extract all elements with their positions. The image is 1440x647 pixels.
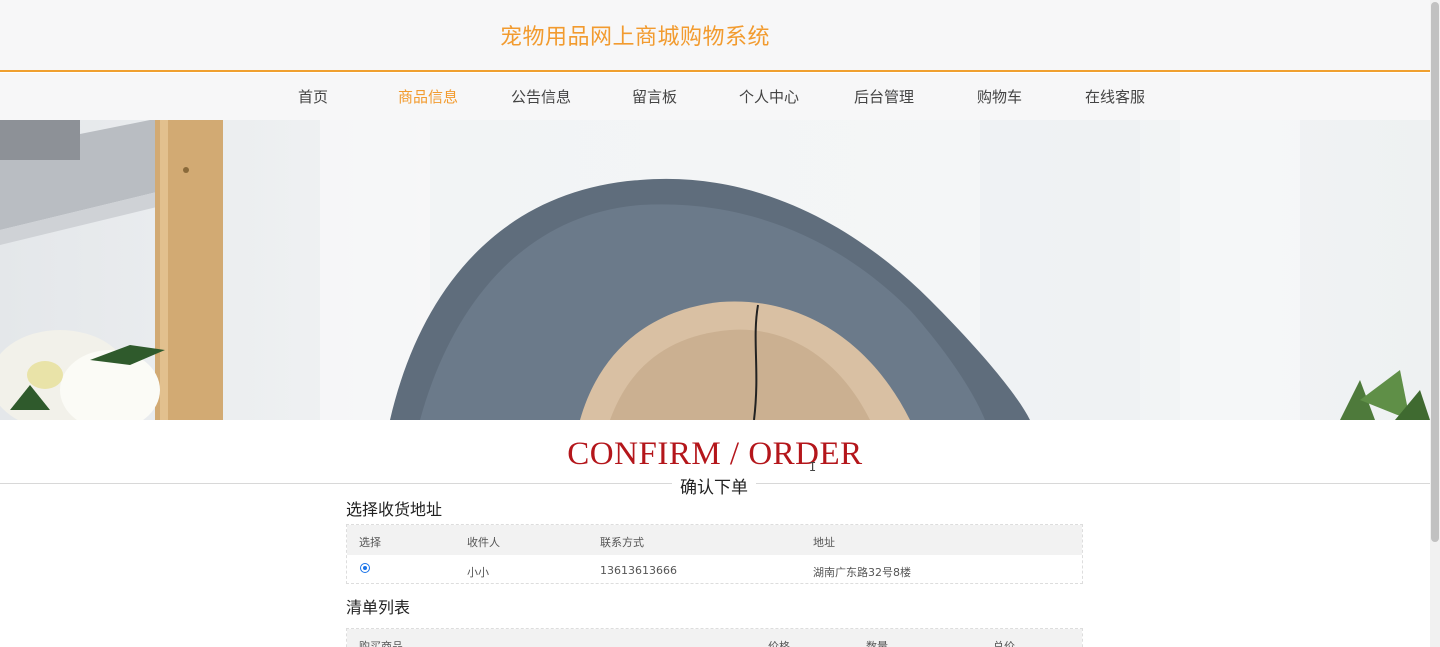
nav-personal-center[interactable]: 个人中心: [739, 86, 799, 107]
column-phone: 联系方式: [600, 536, 644, 549]
column-select: 选择: [359, 536, 381, 549]
address-table: 选择 收件人 联系方式 地址 小小 13613613666 湖南广东路32号8楼: [346, 524, 1083, 584]
nav-cart[interactable]: 购物车: [977, 86, 1022, 107]
site-header: 宠物用品网上商城购物系统: [0, 0, 1430, 72]
column-total: 总价: [993, 640, 1015, 647]
address-radio[interactable]: [360, 563, 370, 573]
confirm-order-title: CONFIRM / ORDER: [567, 436, 863, 472]
nav-products[interactable]: 商品信息: [398, 86, 458, 107]
confirm-order-subtitle: 确认下单: [672, 473, 756, 498]
nav-online-service[interactable]: 在线客服: [1085, 86, 1145, 107]
column-address: 地址: [813, 536, 835, 549]
banner-image: [0, 120, 1430, 420]
order-list-table: 购买商品 价格 数量 总价: [346, 628, 1083, 647]
column-quantity: 数量: [866, 640, 888, 647]
site-title: 宠物用品网上商城购物系统: [500, 25, 771, 50]
address-table-header: 选择 收件人 联系方式 地址: [347, 525, 1082, 555]
nav-admin[interactable]: 后台管理: [854, 86, 914, 107]
address-section-title: 选择收货地址: [346, 500, 443, 519]
column-recipient: 收件人: [467, 536, 500, 549]
list-section-title: 清单列表: [346, 598, 411, 617]
page-scrollbar[interactable]: [1430, 0, 1440, 647]
nav-announcements[interactable]: 公告信息: [511, 86, 571, 107]
scrollbar-thumb[interactable]: [1431, 2, 1439, 542]
order-list-header: 购买商品 价格 数量 总价: [347, 629, 1082, 647]
column-product: 购买商品: [359, 640, 403, 647]
text-cursor-icon: I: [809, 460, 817, 474]
nav-message-board[interactable]: 留言板: [632, 86, 677, 107]
table-row[interactable]: 小小 13613613666 湖南广东路32号8楼: [347, 555, 1082, 583]
recipient-cell: 小小: [467, 566, 489, 579]
pet-bed-illustration: [0, 120, 1430, 420]
nav-home[interactable]: 首页: [298, 86, 328, 107]
column-price: 价格: [768, 640, 790, 647]
phone-cell: 13613613666: [600, 564, 677, 577]
main-nav: 首页 商品信息 公告信息 留言板 个人中心 后台管理 购物车 在线客服: [0, 73, 1430, 120]
address-cell: 湖南广东路32号8楼: [813, 566, 911, 579]
